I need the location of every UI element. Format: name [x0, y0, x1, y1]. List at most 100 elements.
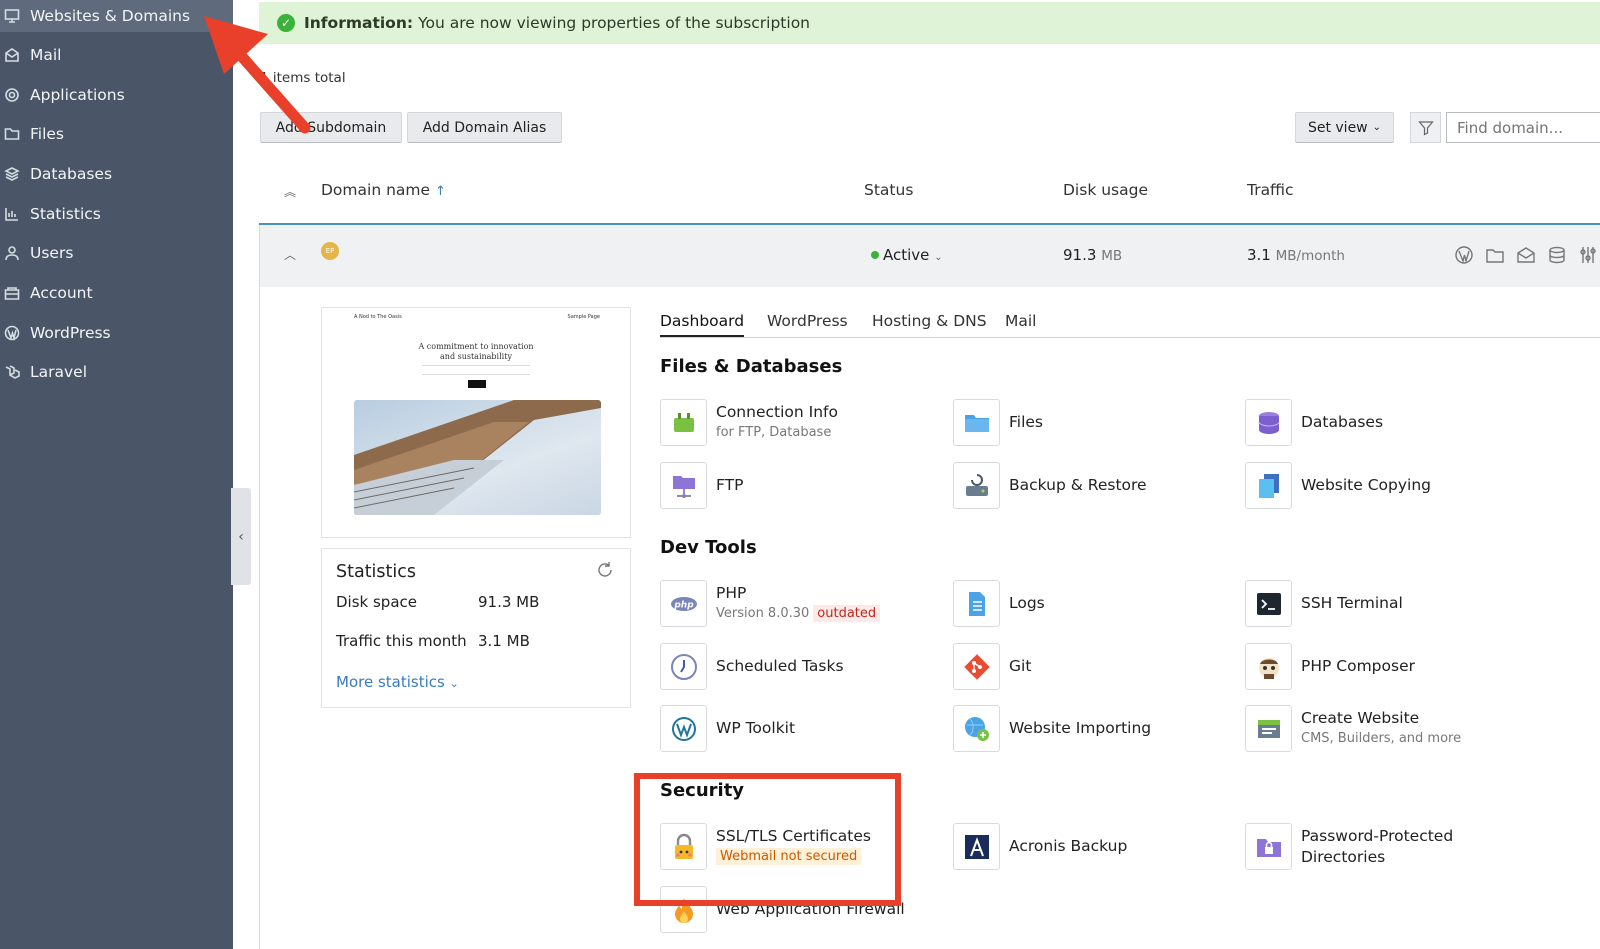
chevron-up-icon[interactable]: ︿ — [284, 246, 296, 263]
wordpress-icon — [4, 325, 20, 341]
tab-dashboard[interactable]: Dashboard — [660, 312, 745, 337]
wordpress-icon[interactable] — [1454, 245, 1474, 265]
outdated-badge: outdated — [813, 605, 881, 622]
mail-icon[interactable] — [1516, 245, 1536, 265]
tool-name: PHP — [716, 584, 747, 602]
tool-git[interactable]: Git — [953, 643, 1031, 690]
tool-connection-info[interactable]: Connection Info for FTP, Database — [660, 399, 838, 446]
collapse-all-icon[interactable]: ︽ — [284, 183, 296, 200]
settings-sliders-icon[interactable] — [1578, 245, 1598, 265]
sidebar-item-label: Account — [30, 283, 93, 302]
info-label: Information: — [304, 14, 414, 32]
tool-name: Create Website — [1301, 709, 1420, 727]
tool-website-importing[interactable]: Website Importing — [953, 705, 1151, 752]
tool-name: Website Copying — [1301, 476, 1432, 494]
sort-up-icon: ↑ — [434, 184, 446, 199]
disk-space-label: Disk space — [336, 593, 417, 611]
tool-name: Backup & Restore — [1009, 476, 1147, 494]
column-header-domain[interactable]: Domain name ↑ — [321, 181, 446, 199]
sidebar-item-account[interactable]: Account — [0, 273, 233, 313]
preview-button — [468, 380, 486, 388]
domain-tabs: Dashboard WordPress Hosting & DNS Mail — [660, 312, 1600, 338]
more-statistics-link[interactable]: More statistics ⌄ — [336, 673, 459, 691]
traffic-label: Traffic this month — [336, 632, 467, 650]
chevron-down-icon: ⌄ — [1372, 122, 1382, 133]
website-preview[interactable]: A Nod to The Oasis Sample Page A commitm… — [321, 307, 631, 538]
plug-icon — [660, 399, 707, 446]
php-icon: php — [660, 580, 707, 627]
tool-php[interactable]: php PHP Version 8.0.30 outdated — [660, 580, 881, 627]
sidebar-item-mail[interactable]: Mail — [0, 35, 233, 75]
backup-icon — [953, 462, 1000, 509]
disk-usage-value: 91.3 MB — [1063, 246, 1122, 264]
sidebar-item-files[interactable]: Files — [0, 114, 233, 154]
tool-name: Files — [1009, 413, 1044, 431]
filter-icon — [1417, 120, 1434, 135]
sidebar-item-databases[interactable]: Databases — [0, 154, 233, 194]
disk-unit: MB — [1101, 248, 1123, 264]
refresh-icon[interactable] — [596, 561, 614, 579]
sidebar-item-statistics[interactable]: Statistics — [0, 194, 233, 234]
sidebar-item-applications[interactable]: Applications — [0, 75, 233, 115]
search-input[interactable] — [1446, 112, 1600, 143]
section-dev-tools: Dev Tools — [660, 537, 757, 558]
user-icon — [4, 245, 20, 261]
chevron-down-icon: ⌄ — [934, 252, 943, 263]
tool-files[interactable]: Files — [953, 399, 1043, 446]
column-header-status[interactable]: Status — [864, 181, 913, 199]
create-website-icon — [1245, 705, 1292, 752]
sidebar-item-wordpress[interactable]: WordPress — [0, 313, 233, 353]
tool-backup-restore[interactable]: Backup & Restore — [953, 462, 1147, 509]
status-dot — [871, 251, 879, 259]
preview-nav: A Nod to The Oasis Sample Page — [354, 314, 600, 320]
preview-nav-right: Sample Page — [567, 314, 600, 320]
ftp-folder-icon — [660, 462, 707, 509]
tab-mail[interactable]: Mail — [1005, 312, 1036, 335]
tool-password-protected-directories[interactable]: Password-Protected Directories — [1245, 823, 1453, 870]
sidebar-item-websites-domains[interactable]: Websites & Domains — [0, 0, 233, 32]
chevron-left-icon: ‹ — [238, 528, 244, 545]
tool-create-website[interactable]: Create Website CMS, Builders, and more — [1245, 705, 1461, 752]
git-icon — [953, 643, 1000, 690]
column-header-traffic[interactable]: Traffic — [1247, 181, 1294, 199]
filter-button[interactable] — [1410, 112, 1441, 143]
tool-name: WP Toolkit — [716, 719, 796, 737]
tool-name: Git — [1009, 657, 1032, 675]
disk-number: 91.3 — [1063, 246, 1097, 264]
globe-import-icon — [953, 705, 1000, 752]
tool-name: PHP Composer — [1301, 657, 1415, 675]
sidebar-item-label: Databases — [30, 164, 113, 183]
tool-website-copying[interactable]: Website Copying — [1245, 462, 1431, 509]
set-view-button[interactable]: Set view ⌄ — [1295, 112, 1394, 143]
tab-wordpress[interactable]: WordPress — [767, 312, 848, 335]
database-icon[interactable] — [1547, 245, 1567, 265]
tool-ssh-terminal[interactable]: SSH Terminal — [1245, 580, 1403, 627]
status-dropdown[interactable]: Active ⌄ — [871, 246, 943, 264]
sidebar-item-laravel[interactable]: Laravel — [0, 353, 233, 393]
sidebar-collapse-toggle[interactable]: ‹ — [231, 488, 251, 585]
annotation-highlight-box — [634, 773, 901, 906]
tool-name: Password-Protected — [1301, 826, 1454, 845]
clock-icon — [660, 643, 707, 690]
tool-wp-toolkit[interactable]: WP Toolkit — [660, 705, 795, 752]
preview-heading-line1: A commitment to innovation — [418, 342, 534, 351]
folder-icon[interactable] — [1485, 245, 1505, 265]
folder-icon — [4, 126, 20, 142]
info-text: You are now viewing properties of the su… — [418, 14, 810, 32]
tool-ftp[interactable]: FTP — [660, 462, 743, 509]
set-view-label: Set view — [1307, 119, 1368, 136]
add-domain-alias-button[interactable]: Add Domain Alias — [407, 112, 562, 143]
tab-hosting-dns[interactable]: Hosting & DNS — [872, 312, 987, 335]
column-header-disk-usage[interactable]: Disk usage — [1063, 181, 1148, 199]
tool-databases[interactable]: Databases — [1245, 399, 1383, 446]
tool-acronis-backup[interactable]: Acronis Backup — [953, 823, 1127, 870]
laravel-icon — [4, 364, 20, 380]
tool-php-composer[interactable]: PHP Composer — [1245, 643, 1415, 690]
tool-scheduled-tasks[interactable]: Scheduled Tasks — [660, 643, 844, 690]
tool-logs[interactable]: Logs — [953, 580, 1045, 627]
sidebar-item-users[interactable]: Users — [0, 233, 233, 273]
annotation-arrow — [204, 16, 311, 134]
more-statistics-label: More statistics — [336, 673, 445, 691]
tool-name: Logs — [1009, 594, 1045, 612]
tool-subtitle: CMS, Builders, and more — [1301, 731, 1462, 746]
